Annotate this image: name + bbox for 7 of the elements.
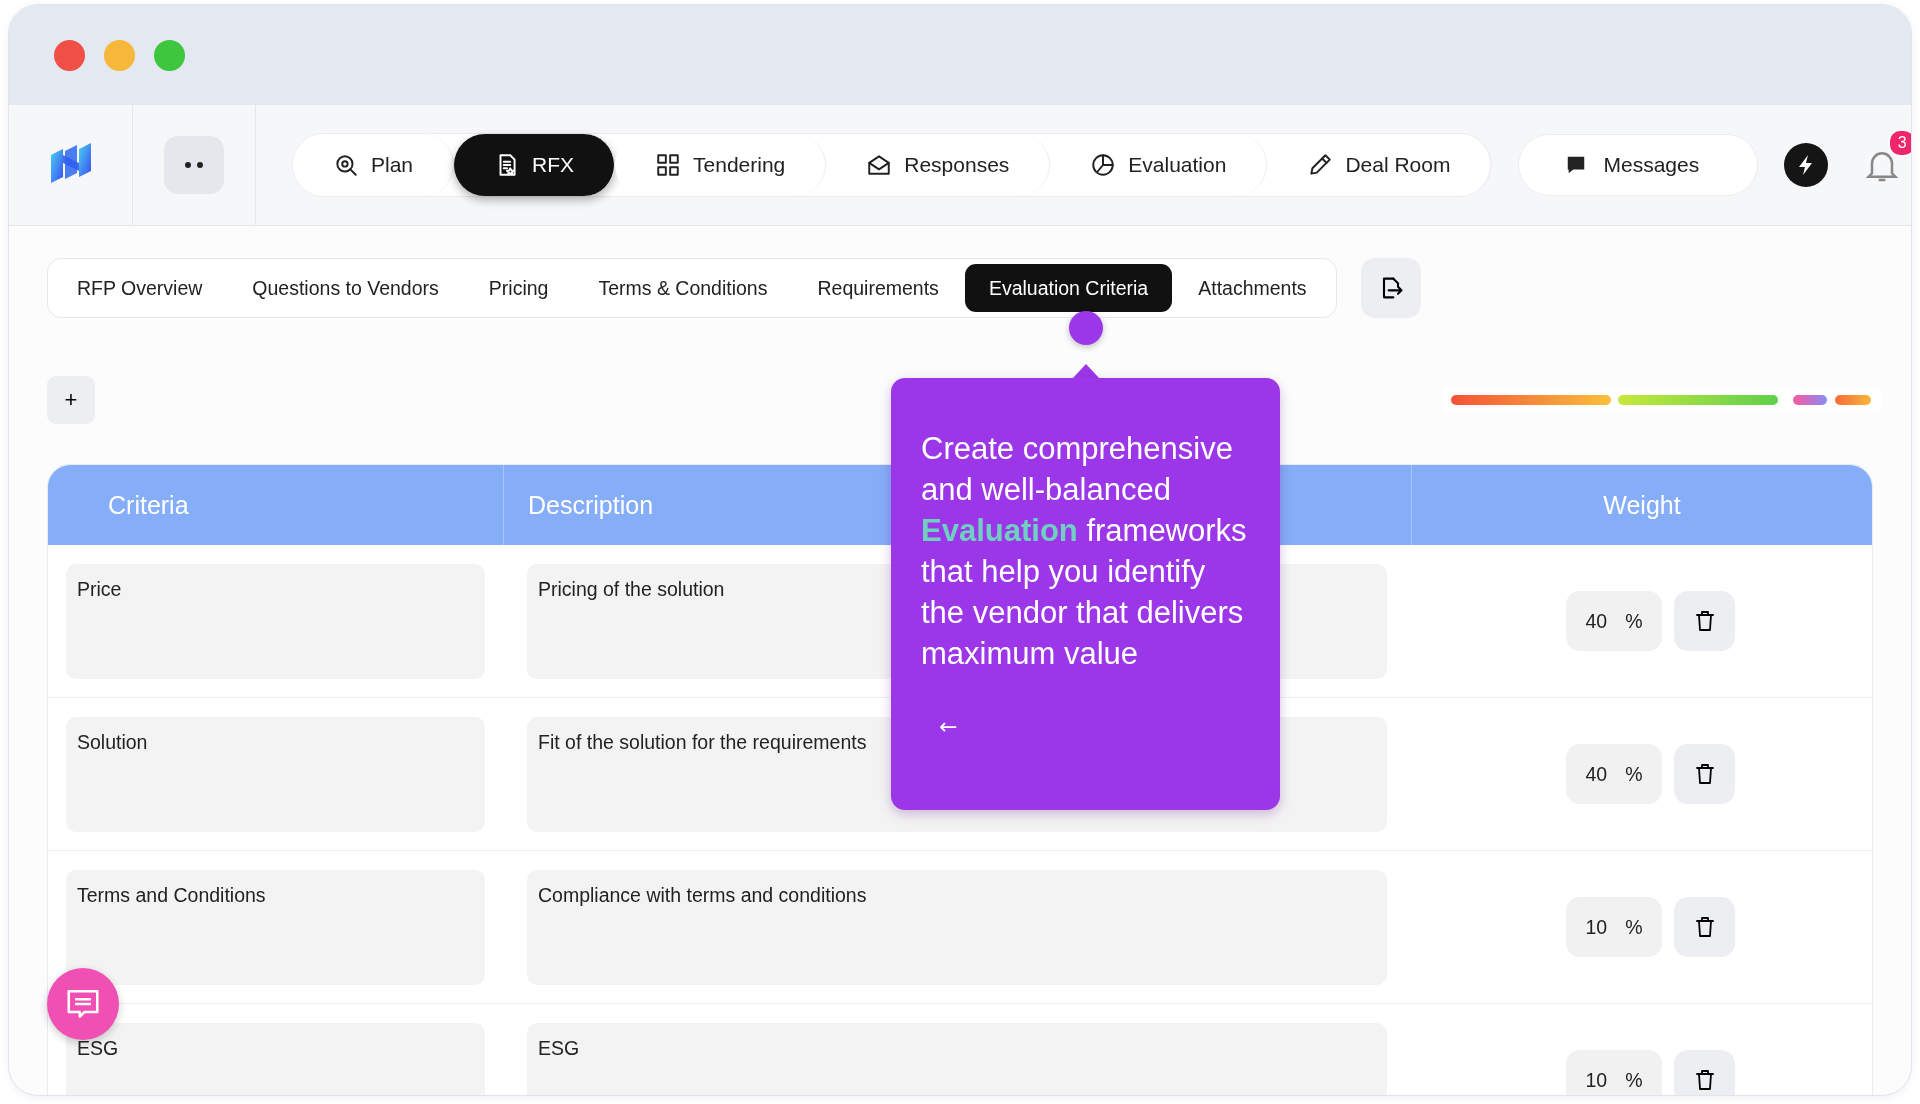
percent-label: % <box>1625 915 1643 939</box>
percent-label: % <box>1625 609 1643 633</box>
percent-label: % <box>1625 762 1643 786</box>
percent-label: % <box>1625 1068 1643 1092</box>
column-header: Criteria <box>107 489 190 521</box>
column-header: Weight <box>1411 465 1872 545</box>
notification-badge: 3 <box>1888 129 1911 157</box>
